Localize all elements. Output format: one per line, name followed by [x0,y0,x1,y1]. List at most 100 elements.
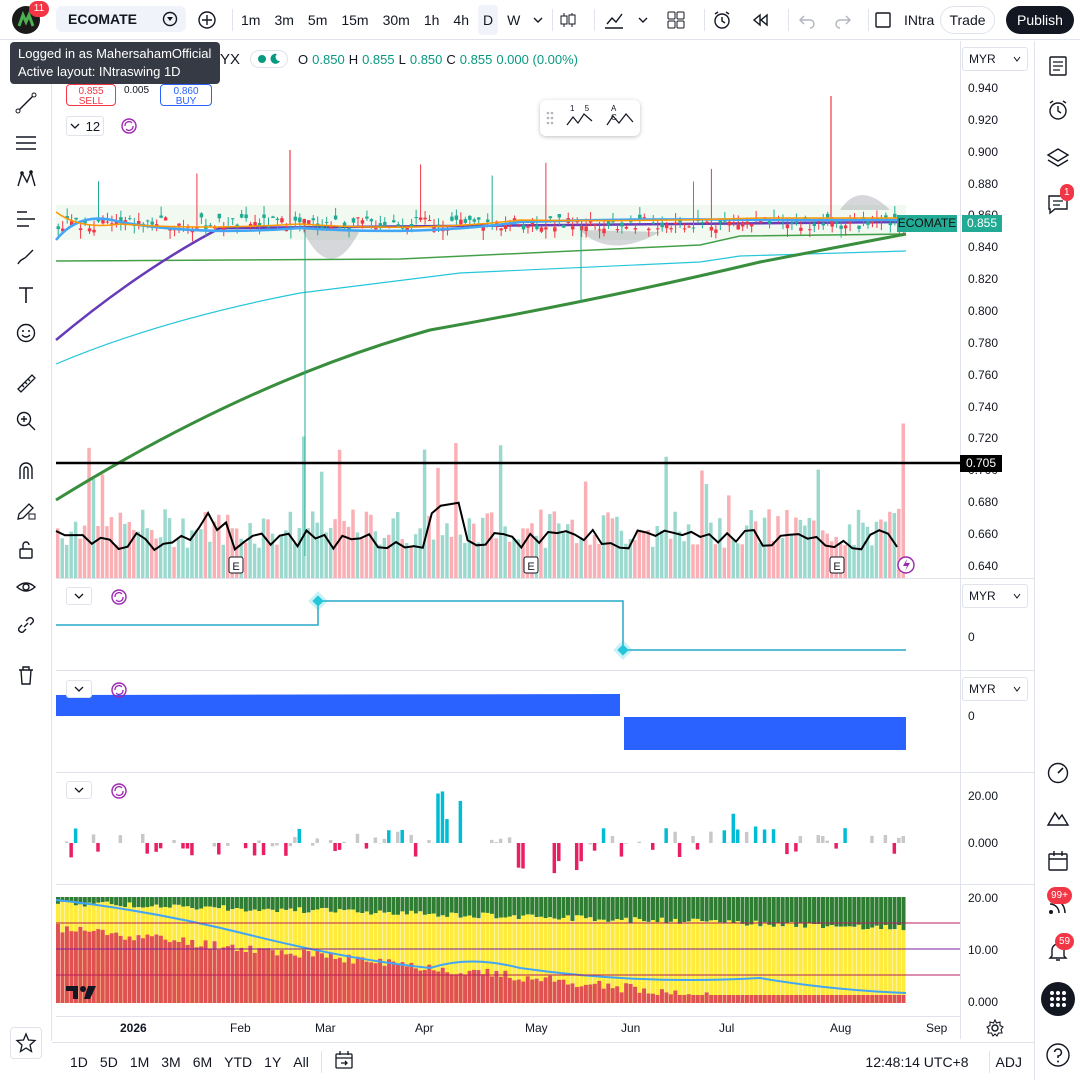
lock-drawings-tool[interactable] [12,535,40,563]
forecast-tool[interactable] [12,205,40,233]
redo-button[interactable] [830,5,856,35]
time-axis[interactable]: 2026 Feb Mar Apr May Jun Jul Aug Sep [56,1016,960,1038]
trade-button[interactable]: Trade [940,6,995,34]
pane-separator[interactable] [56,772,1034,773]
stack-green [673,897,678,919]
undo-button[interactable] [794,5,820,35]
floating-pattern-toolbar[interactable]: 1 5 A C [540,100,640,136]
pane-separator[interactable] [56,670,1034,671]
compare-symbol-button[interactable] [194,5,220,35]
fib-tool[interactable] [12,129,40,157]
pattern-tool[interactable] [12,165,40,193]
range-6m[interactable]: 6M [187,1054,218,1070]
layout-templates-button[interactable] [662,5,690,35]
stack-green [619,897,624,920]
remove-drawings-tool[interactable] [12,661,40,689]
histogram-bar [91,834,96,843]
range-1d[interactable]: 1D [64,1054,94,1070]
ma-cyan-line [55,250,907,365]
layout-name-button[interactable]: INtra [904,5,936,35]
chart-type-button[interactable] [554,5,582,35]
stay-drawing-tool[interactable] [12,497,40,525]
stack-red [668,994,673,1003]
pane3-refresh-button[interactable] [110,681,128,704]
volume-bar [892,513,897,578]
range-1y[interactable]: 1Y [258,1054,287,1070]
replay-button[interactable] [746,5,774,35]
calendar-button[interactable] [1044,847,1072,875]
interval-1m[interactable]: 1m [236,5,265,35]
candle-body [526,226,530,228]
clock[interactable]: 12:48:14 UTC+8 [865,1054,968,1070]
stack-yellow [275,912,280,1003]
pane3-currency-select[interactable]: MYR [962,677,1028,701]
ideas-button[interactable] [1044,803,1072,831]
trend-line-tool[interactable] [12,89,40,117]
market-status[interactable] [250,50,289,68]
watchlist-button[interactable] [1044,52,1072,80]
chart-settings-button[interactable] [986,1018,1004,1042]
pane-separator[interactable] [56,884,1034,885]
link-tool[interactable] [12,611,40,639]
range-3m[interactable]: 3M [155,1054,186,1070]
adjust-data-button[interactable]: ADJ [996,1054,1022,1070]
indicators-collapse-button[interactable]: 12 [66,116,104,136]
symbol-flag-icon[interactable] [162,11,178,27]
pane2-collapse-button[interactable] [66,587,92,605]
symbol-search-button[interactable]: ECOMATE [56,6,186,32]
brush-tool[interactable] [12,243,40,271]
pane4-collapse-button[interactable] [66,781,92,799]
magnet-tool[interactable] [12,457,40,485]
candle-body [154,224,159,228]
alerts-button[interactable] [1044,96,1072,124]
interval-d[interactable]: D [477,5,499,35]
interval-3m[interactable]: 3m [269,5,298,35]
drag-handle-icon[interactable] [545,109,555,127]
technicals-button[interactable] [1044,759,1072,787]
fullscreen-button[interactable] [870,5,896,35]
refresh-indicator-button[interactable] [120,117,138,140]
text-tool[interactable] [12,281,40,309]
sell-button[interactable]: 0.855 SELL [66,84,116,107]
alert-button[interactable] [708,5,736,35]
stack-yellow [579,915,584,1003]
abcd-pattern-button[interactable]: A C [605,103,635,133]
interval-30m[interactable]: 30m [378,5,415,35]
pane3-collapse-button[interactable] [66,680,92,698]
object-tree-button[interactable] [1044,144,1072,172]
emoji-tool[interactable] [12,319,40,347]
currency-select[interactable]: MYR [962,47,1028,71]
buy-button[interactable]: 0.860 BUY [160,84,212,107]
indicators-dropdown[interactable] [634,5,652,35]
pane2-currency-select[interactable]: MYR [962,584,1028,608]
range-1m[interactable]: 1M [124,1054,155,1070]
indicators-button[interactable] [600,5,628,35]
measure-tool[interactable] [12,369,40,397]
interval-4h[interactable]: 4h [448,5,474,35]
range-all[interactable]: All [287,1054,315,1070]
xabcd-pattern-button[interactable]: 1 5 [565,103,595,133]
tradingview-logo[interactable] [66,984,100,1005]
candle-body [190,229,195,233]
interval-5m[interactable]: 5m [303,5,332,35]
interval-1h[interactable]: 1h [419,5,445,35]
range-ytd[interactable]: YTD [218,1054,258,1070]
pane4-refresh-button[interactable] [110,782,128,805]
publish-button[interactable]: Publish [1006,6,1074,34]
favorites-tool[interactable] [10,1027,42,1059]
hide-drawings-tool[interactable] [12,573,40,601]
stack-red [167,942,172,1003]
pane2-refresh-button[interactable] [110,588,128,611]
pane-separator[interactable] [56,578,1034,579]
help-button[interactable] [1044,1041,1072,1069]
interval-15m[interactable]: 15m [336,5,373,35]
apps-button[interactable] [1041,982,1075,1016]
range-5d[interactable]: 5D [94,1054,124,1070]
stack-red [230,944,235,1003]
zoom-tool[interactable] [12,407,40,435]
interval-dropdown[interactable] [529,5,547,35]
stack-yellow [718,922,723,1003]
interval-w[interactable]: W [502,5,525,35]
stack-green [293,897,298,912]
go-to-date-button[interactable] [328,1050,360,1073]
